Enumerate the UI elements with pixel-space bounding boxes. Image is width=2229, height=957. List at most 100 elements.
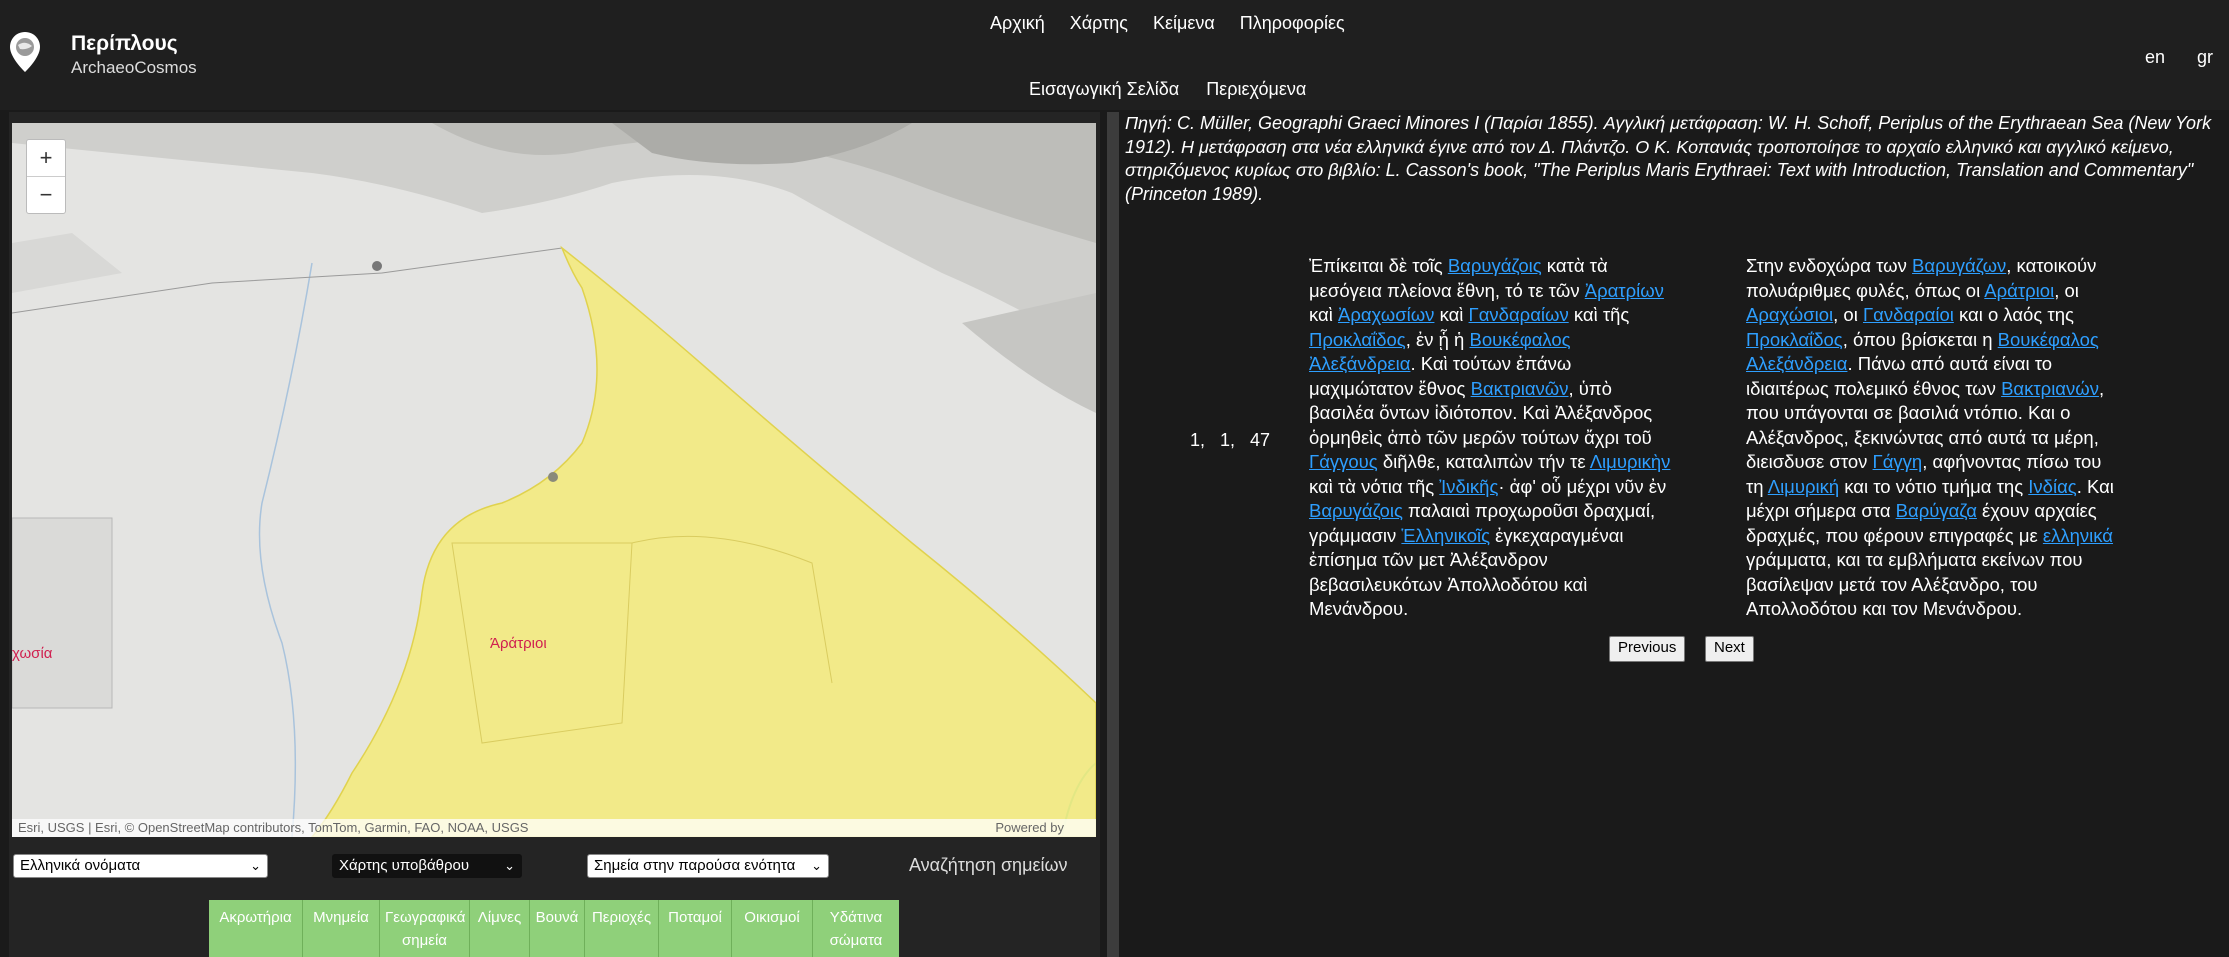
brand-subtitle: ArchaeoCosmos — [71, 58, 197, 77]
text-span: ἐγκεχαραγμέναι — [1490, 524, 1624, 546]
text-span: Στην ενδοχώρα των — [1746, 255, 1913, 276]
place-link[interactable]: Αράτριοι — [1984, 280, 2054, 301]
text-span: καὶ — [1434, 304, 1469, 325]
place-link[interactable]: Ἀραχωσίων — [1338, 304, 1434, 325]
nav-texts[interactable]: Κείμενα — [1153, 13, 1215, 33]
text-span: , ὑπὸ — [1568, 377, 1612, 399]
text-line: μέχρι σήμερα στα Βαρύγαζα έχουν αρχαίες — [1746, 499, 2186, 524]
map-label-arachosia[interactable]: χωσία — [12, 645, 52, 662]
sub-nav: Εισαγωγική Σελίδα Περιεχόμενα — [1029, 79, 1328, 100]
text-span: , κατοικούν — [2006, 255, 2097, 276]
text-line: Στην ενδοχώρα των Βαρυγάζων, κατοικούν — [1746, 254, 2186, 279]
place-link[interactable]: Βαρυγάζοις — [1448, 255, 1542, 276]
place-link[interactable]: Ινδίας — [2028, 476, 2076, 497]
filter-lakes[interactable]: Λίμνες — [470, 900, 530, 957]
filter-water-bodies[interactable]: Υδάτινα σώματα — [813, 900, 899, 957]
brand-title[interactable]: Περίπλους — [71, 32, 178, 56]
place-link[interactable]: Ἰνδικῆς — [1439, 476, 1498, 497]
modern-greek-text: Στην ενδοχώρα των Βαρυγάζων, κατοικούν πο… — [1746, 254, 2186, 622]
text-line: βασίλεψαν μετά τον Αλέξανδρο, του — [1746, 573, 2186, 598]
text-line: Προκλαΐδος, όπου βρίσκεται η Βουκέφαλος — [1746, 328, 2186, 353]
nav-map[interactable]: Χάρτης — [1070, 13, 1128, 33]
basemap-select-value: Χάρτης υποβάθρου — [339, 857, 470, 874]
place-link[interactable]: Λιμυρικὴν — [1590, 451, 1671, 472]
place-link[interactable]: Βουκέφαλος — [1469, 329, 1570, 350]
previous-button[interactable]: Previous — [1609, 636, 1686, 662]
filter-rivers[interactable]: Ποταμοί — [659, 900, 732, 957]
text-span: που υπάγονται σε βασιλιά ντόπιο. Και ο — [1746, 402, 2071, 423]
text-line: ιδιαιτέρως πολεμικό έθνος των Βακτριανών… — [1746, 377, 2186, 402]
place-link[interactable]: Βακτριανῶν — [1471, 378, 1569, 399]
text-line: Ἐπίκειται δὲ τοῖς Βαρυγάζοις κατὰ τὰ — [1309, 254, 1739, 279]
text-span: Αλέξανδρος, ξεκινώντας από αυτά τα μέρη, — [1746, 426, 2099, 448]
filter-settlements[interactable]: Οικισμοί — [732, 900, 813, 957]
chevron-down-icon: ⌄ — [811, 858, 822, 873]
text-span: Μενάνδρου. — [1309, 598, 1409, 619]
text-span: κατὰ τὰ — [1541, 255, 1608, 276]
text-span: , — [2098, 377, 2105, 399]
map-pin-logo-icon[interactable] — [8, 30, 42, 74]
points-select[interactable]: Σημεία στην παρούσα ενότητα ⌄ — [587, 854, 829, 878]
filter-label: Περιοχές — [591, 909, 652, 926]
top-header: Περίπλους ArchaeoCosmos Αρχική Χάρτης Κε… — [0, 0, 2229, 110]
place-link[interactable]: ελληνικά — [2043, 525, 2113, 546]
text-span: . Και — [2076, 475, 2114, 497]
zoom-out-button[interactable]: − — [27, 176, 65, 213]
text-span: , ἐν ᾗ ἡ — [1405, 328, 1470, 350]
subnav-contents[interactable]: Περιεχόμενα — [1206, 79, 1306, 99]
map-label-aratrioi[interactable]: Άράτριοι — [490, 635, 547, 652]
place-link[interactable]: Βουκέφαλος — [1998, 329, 2099, 350]
filter-monuments[interactable]: Μνημεία — [303, 900, 380, 957]
place-link[interactable]: Βαρύγαζα — [1896, 500, 1977, 521]
basemap-select[interactable]: Χάρτης υποβάθρου ⌄ — [332, 854, 522, 878]
place-link[interactable]: Ἀλεξάνδρεια — [1309, 353, 1410, 374]
text-span: μαχιμώτατον ἔθνος — [1309, 377, 1471, 399]
names-select[interactable]: Ελληνικά ονόματα ⌄ — [13, 854, 268, 878]
lang-gr-link[interactable]: gr — [2197, 47, 2213, 68]
text-span: τη — [1746, 475, 1768, 497]
text-span: παλαιαὶ προχωροῦσι δραχμαί, — [1402, 500, 1656, 521]
text-span: ὁρμηθεὶς ἀπὸ τῶν μερῶν τούτων ἄχρι τοῦ — [1309, 426, 1652, 448]
text-line: βασιλέα ὄντων ἰδιότοπον. Καὶ Ἀλέξανδρος — [1309, 401, 1739, 426]
nav-info[interactable]: Πληροφορίες — [1240, 13, 1345, 33]
text-panel: Πηγή: C. Müller, Geographi Graeci Minore… — [1119, 112, 2229, 957]
category-filters: Ακρωτήρια Μνημεία Γεωγραφικά σημεία Λίμνε… — [209, 900, 899, 957]
place-link[interactable]: Ἑλληνικοῖς — [1401, 525, 1490, 546]
place-link[interactable]: Προκλαΐδος — [1746, 329, 1843, 350]
filter-geographic[interactable]: Γεωγραφικά σημεία — [380, 900, 470, 957]
place-link[interactable]: Γανδαραίων — [1469, 304, 1569, 325]
place-link[interactable]: Ἀρατρίων — [1585, 280, 1664, 301]
place-link[interactable]: Γανδαραίοι — [1863, 304, 1954, 325]
place-link[interactable]: Βαρυγάζοις — [1309, 500, 1403, 521]
map-view[interactable]: + − Άράτριοι χωσία Esri, USGS | Esri, © … — [12, 123, 1096, 837]
place-link[interactable]: Γάγγους — [1309, 451, 1378, 472]
zoom-in-button[interactable]: + — [27, 140, 65, 176]
place-link[interactable]: Γάγγη — [1873, 451, 1923, 472]
place-link[interactable]: Βακτριανών — [2001, 378, 2099, 399]
place-link[interactable]: Λιμυρική — [1768, 476, 1839, 497]
place-link[interactable]: Αλεξάνδρεια — [1746, 353, 1847, 374]
subnav-intro[interactable]: Εισαγωγική Σελίδα — [1029, 79, 1179, 99]
text-span: ἐπίσημα τῶν μετ Ἀλέξανδρον — [1309, 549, 1548, 570]
search-points-link[interactable]: Αναζήτηση σημείων — [909, 855, 1068, 876]
text-line: τη Λιμυρική και το νότιο τμήμα της Ινδία… — [1746, 475, 2186, 500]
next-button[interactable]: Next — [1705, 636, 1754, 662]
place-link[interactable]: Βαρυγάζων — [1912, 255, 2006, 276]
text-line: μαχιμώτατον ἔθνος Βακτριανῶν, ὑπὸ — [1309, 377, 1739, 402]
panel-resize-handle[interactable] — [1107, 112, 1119, 957]
attribution-credits[interactable]: Esri, USGS | Esri, © OpenStreetMap contr… — [18, 820, 528, 835]
text-line: ἐπίσημα τῶν μετ Ἀλέξανδρον — [1309, 548, 1739, 573]
text-span: βασιλέα ὄντων ἰδιότοπον. Καὶ Ἀλέξανδρος — [1309, 402, 1653, 423]
ancient-greek-text: Ἐπίκειται δὲ τοῖς Βαρυγάζοις κατὰ τὰ μεσό… — [1309, 254, 1739, 622]
nav-home[interactable]: Αρχική — [990, 13, 1045, 33]
lang-en-link[interactable]: en — [2145, 47, 2165, 68]
text-span: Απολλοδότου και τον Μενάνδρου. — [1746, 598, 2023, 619]
place-link[interactable]: Αραχώσιοι — [1746, 304, 1833, 325]
text-span: διῆλθε, καταλιπὼν τήν τε — [1377, 451, 1590, 472]
filter-capes[interactable]: Ακρωτήρια — [209, 900, 303, 957]
powered-by[interactable]: Powered by — [995, 820, 1064, 835]
filter-mountains[interactable]: Βουνά — [530, 900, 585, 957]
place-link[interactable]: Προκλαΐδος — [1309, 329, 1406, 350]
filter-regions[interactable]: Περιοχές — [585, 900, 659, 957]
text-span: καὶ — [1309, 304, 1338, 325]
